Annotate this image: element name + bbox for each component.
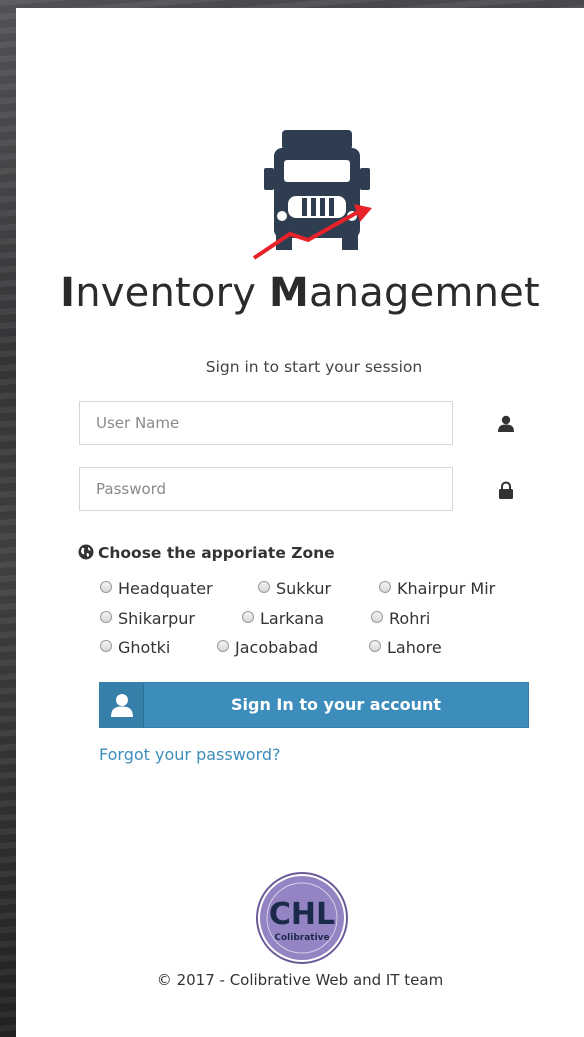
truck-logo-icon bbox=[252, 130, 372, 260]
zone-option-sukkur[interactable]: Sukkur bbox=[258, 579, 331, 598]
forgot-password-link[interactable]: Forgot your password? bbox=[99, 745, 281, 764]
zone-heading-label: Choose the apporiate Zone bbox=[98, 544, 335, 562]
app-title: Inventory Managemnet bbox=[60, 270, 540, 316]
lock-icon bbox=[499, 481, 513, 499]
zone-option-rohri[interactable]: Rohri bbox=[371, 609, 430, 628]
zone-heading: Choose the apporiate Zone bbox=[78, 544, 335, 562]
radio-button[interactable] bbox=[369, 640, 381, 652]
user-icon bbox=[498, 415, 514, 432]
sign-in-button-label: Sign In to your account bbox=[230, 695, 441, 714]
sign-in-button[interactable]: Sign In to your account bbox=[99, 682, 529, 728]
seal-subtext: Colibrative bbox=[274, 933, 329, 943]
radio-button[interactable] bbox=[100, 611, 112, 623]
user-icon bbox=[111, 694, 133, 717]
radio-button[interactable] bbox=[371, 611, 383, 623]
seal-text: CHL bbox=[269, 897, 335, 932]
login-panel: Inventory Managemnet Sign in to start yo… bbox=[16, 8, 584, 1037]
zone-option-khairpur-mir[interactable]: Khairpur Mir bbox=[379, 579, 495, 598]
radio-button[interactable] bbox=[217, 640, 229, 652]
radio-button[interactable] bbox=[258, 581, 270, 593]
username-field-wrap bbox=[79, 401, 453, 445]
radio-button[interactable] bbox=[100, 581, 112, 593]
radio-button[interactable] bbox=[100, 640, 112, 652]
zone-option-larkana[interactable]: Larkana bbox=[242, 609, 324, 628]
radio-button[interactable] bbox=[379, 581, 391, 593]
zone-option-lahore[interactable]: Lahore bbox=[369, 638, 442, 657]
zone-option-ghotki[interactable]: Ghotki bbox=[100, 638, 170, 657]
password-field-wrap bbox=[79, 467, 453, 511]
copyright-text: © 2017 - Colibrative Web and IT team bbox=[156, 971, 444, 989]
globe-icon bbox=[78, 544, 94, 560]
sign-in-button-icon-box bbox=[100, 683, 144, 727]
username-input[interactable] bbox=[79, 401, 453, 445]
zone-option-shikarpur[interactable]: Shikarpur bbox=[100, 609, 195, 628]
colibrative-seal-logo: CHL Colibrative bbox=[256, 872, 348, 964]
zone-option-headquater[interactable]: Headquater bbox=[100, 579, 213, 598]
login-subtitle: Sign in to start your session bbox=[205, 358, 423, 376]
radio-button[interactable] bbox=[242, 611, 254, 623]
password-input[interactable] bbox=[79, 467, 453, 511]
zone-option-jacobabad[interactable]: Jacobabad bbox=[217, 638, 318, 657]
